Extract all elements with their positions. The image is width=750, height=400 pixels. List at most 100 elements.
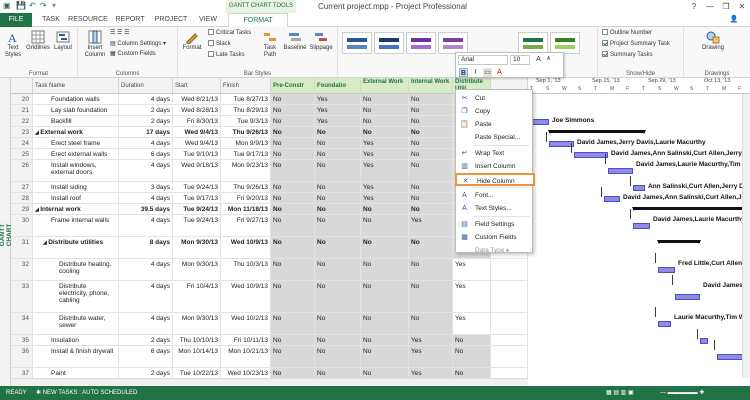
cell-duration[interactable]: 39.5 days [119,204,173,214]
cell-finish[interactable]: Tue 9/3/13 [221,116,271,126]
cell-duration[interactable]: 4 days [119,281,173,312]
cell-int[interactable]: No [409,105,453,115]
baseline-button[interactable]: Baseline [282,30,308,52]
table-row[interactable]: 26 Install windows, external doors 4 days W… [11,160,528,182]
cell-int[interactable]: No [409,259,453,280]
user-account-icon[interactable]: 👤 [722,13,746,27]
late-tasks-check[interactable] [208,51,214,57]
italic-button[interactable]: I [471,68,480,77]
cell-id[interactable]: 35 [11,335,33,345]
cell-finish[interactable]: Thu 10/3/13 [221,259,271,280]
cell-ext[interactable]: No [361,313,409,334]
tab-format[interactable]: FORMAT [228,13,288,28]
cell-int[interactable]: No [409,237,453,258]
cell-duration[interactable]: 3 days [119,182,173,192]
cell-fnd[interactable]: No [315,193,361,203]
task-bar[interactable] [700,338,708,344]
cell-start[interactable]: Fri 8/30/13 [173,116,221,126]
cell-id[interactable]: 32 [11,259,33,280]
cell-int[interactable]: Yes [409,368,453,378]
outline-number-check[interactable] [602,29,608,35]
redo-icon[interactable]: ↷ [40,1,47,10]
cell-int[interactable]: No [409,138,453,148]
table-row[interactable]: 27 Install siding 3 days Tue 9/24/13 Thu 9/2… [11,182,528,193]
cell-finish[interactable]: Fri 10/11/13 [221,335,271,345]
cell-duration[interactable]: 4 days [119,94,173,104]
cell-name[interactable]: ◢ Distribute utilities [33,237,119,258]
cell-name[interactable]: Lay slab foundation [33,105,119,115]
cell-blank[interactable] [491,368,528,378]
new-tasks-mode[interactable]: ✱ NEW TASKS : AUTO SCHEDULED [36,386,137,400]
font-name-select[interactable]: Arial [458,55,508,65]
table-row[interactable]: 28 Install roof 4 days Tue 9/17/13 Fri 9/20/… [11,193,528,204]
cell-start[interactable]: Tue 10/22/13 [173,368,221,378]
project-summary-task-check[interactable] [602,40,608,46]
cell-id[interactable]: 29 [11,204,33,214]
cell-blank[interactable] [491,259,528,280]
cell-int[interactable]: No [409,149,453,159]
shrink-font-icon[interactable]: A [544,55,553,64]
cell-start[interactable]: Mon 9/30/13 [173,313,221,334]
format-bar-button[interactable]: Format [180,30,204,52]
cell-name[interactable]: Install & finish drywall [33,346,119,367]
cell-name[interactable]: Frame internal walls [33,215,119,236]
cell-int[interactable]: No [409,182,453,192]
cell-start[interactable]: Wed 9/4/13 [173,138,221,148]
cell-ext[interactable]: Yes [361,149,409,159]
menu-item-paste[interactable]: 📋 Paste [456,118,532,131]
cell-name[interactable]: Distribute heating, cooling [33,259,119,280]
cell-finish[interactable]: Thu 9/26/13 [221,182,271,192]
cell-id[interactable]: 28 [11,193,33,203]
column-header-id[interactable] [11,78,33,94]
column-header-foundation[interactable]: Foundatio [315,78,361,94]
table-row[interactable]: 35 Insulation 2 days Thu 10/10/13 Fri 10/11/… [11,335,528,346]
align-buttons[interactable]: ☰ ☰ ☰ [110,29,129,38]
cell-fnd[interactable]: No [315,149,361,159]
cell-pre[interactable]: No [271,182,315,192]
column-settings-button[interactable]: ▤ Column Settings ▾ [110,40,166,49]
cell-finish[interactable]: Wed 10/2/13 [221,313,271,334]
slack-checkbox[interactable]: Slack [208,40,231,49]
cell-finish[interactable]: Wed 10/9/13 [221,237,271,258]
cell-duration[interactable]: 4 days [119,138,173,148]
slippage-button[interactable]: Slippage [308,30,334,52]
cell-id[interactable]: 22 [11,116,33,126]
cell-duration[interactable]: 8 days [119,237,173,258]
menu-item-cut[interactable]: ✂ Cut [456,92,532,105]
cell-fnd[interactable]: No [315,182,361,192]
table-row[interactable]: 24 Erect steel frame 4 days Wed 9/4/13 Mon 9… [11,138,528,149]
cell-blank[interactable] [491,346,528,367]
font-size-select[interactable]: 10 [510,55,530,65]
menu-item-field-settings[interactable]: ▤ Field Settings [456,218,532,231]
cell-name[interactable]: Install roof [33,193,119,203]
cell-ext[interactable]: No [361,116,409,126]
cell-id[interactable]: 20 [11,94,33,104]
column-header-pre-constr[interactable]: Pre-Constr [271,78,315,94]
cell-pre[interactable]: No [271,346,315,367]
cell-pre[interactable]: No [271,138,315,148]
cell-id[interactable]: 21 [11,105,33,115]
gantt-style-swatch-6[interactable] [550,32,580,54]
gridlines-button[interactable]: Gridlines [26,30,50,52]
cell-start[interactable]: Wed 8/21/13 [173,94,221,104]
undo-icon[interactable]: ↶ [29,1,36,10]
cell-start[interactable]: Tue 9/17/13 [173,193,221,203]
cell-pre[interactable]: No [271,215,315,236]
cell-pre[interactable]: No [271,204,315,214]
task-bar[interactable] [633,185,645,191]
cell-finish[interactable]: Mon 9/9/13 [221,138,271,148]
cell-start[interactable]: Mon 10/14/13 [173,346,221,367]
quick-access-dropdown-icon[interactable]: ▾ [52,1,56,10]
cell-id[interactable]: 33 [11,281,33,312]
cell-pre[interactable]: No [271,281,315,312]
restore-button[interactable]: ❐ [718,0,734,13]
font-color-icon[interactable]: A [495,68,504,77]
cell-ext[interactable]: No [361,215,409,236]
task-bar[interactable] [658,321,671,327]
cell-int[interactable]: No [409,160,453,181]
cell-fnd[interactable]: No [315,138,361,148]
task-path-button[interactable]: Task Path [258,30,282,59]
cell-id[interactable]: 26 [11,160,33,181]
menu-item-text-styles[interactable]: A Text Styles... [456,202,532,215]
cell-duration[interactable]: 4 days [119,313,173,334]
